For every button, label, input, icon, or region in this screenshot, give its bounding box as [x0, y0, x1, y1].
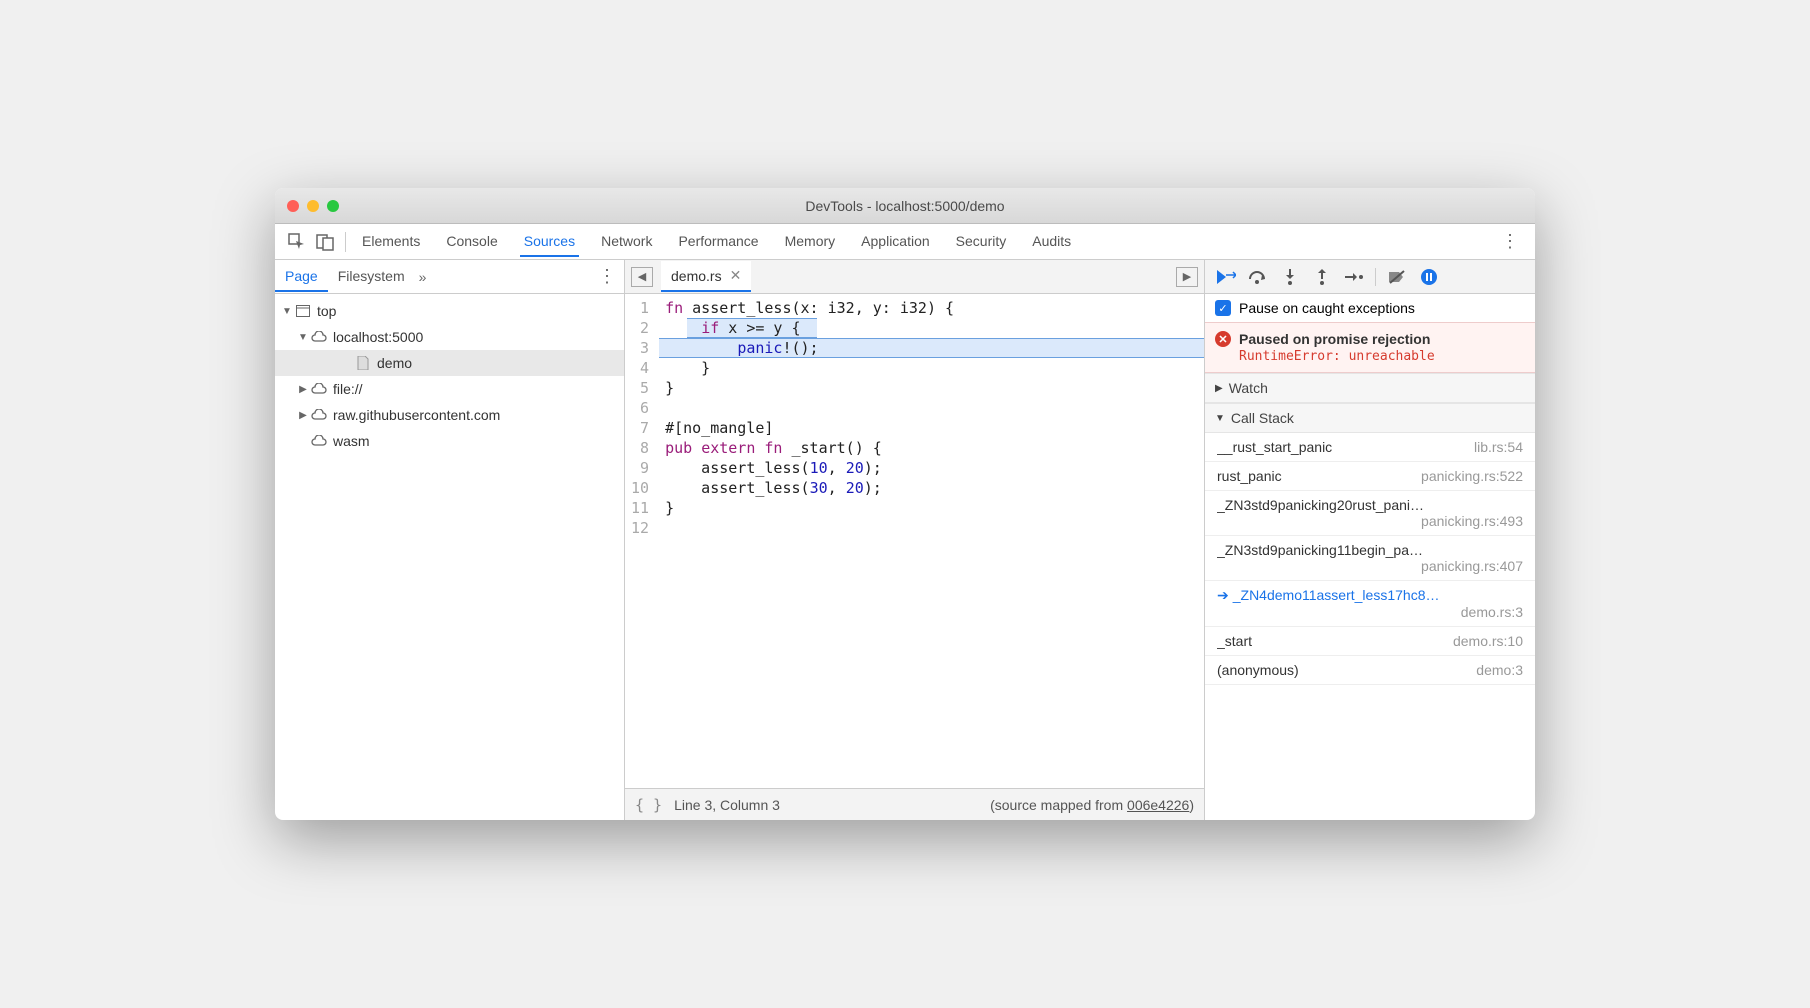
call-stack-list: __rust_start_paniclib.rs:54rust_panicpan…: [1205, 433, 1535, 685]
sidebar-kebab-menu-icon[interactable]: ⋮: [590, 266, 624, 287]
tree-arrow-icon: ▶: [297, 384, 309, 395]
sidebar-tab-filesystem[interactable]: Filesystem: [328, 262, 415, 292]
code-line[interactable]: [659, 398, 1204, 418]
more-tabs-chevron-icon[interactable]: »: [419, 269, 427, 285]
cloud-icon: [311, 435, 327, 447]
tree-item[interactable]: ▶ raw.githubusercontent.com: [275, 402, 624, 428]
step-into-button[interactable]: [1279, 266, 1301, 288]
paused-title: Paused on promise rejection: [1239, 331, 1430, 347]
stack-frame[interactable]: _startdemo.rs:10: [1205, 627, 1535, 656]
debugger-sidebar: ✓ Pause on caught exceptions ✕ Paused on…: [1205, 260, 1535, 820]
stack-frame[interactable]: _ZN3std9panicking20rust_pani…panicking.r…: [1205, 491, 1535, 536]
panel-tab-memory[interactable]: Memory: [781, 227, 840, 257]
pause-on-exceptions-button[interactable]: [1418, 266, 1440, 288]
stack-frame[interactable]: _ZN3std9panicking11begin_pa…panicking.rs…: [1205, 536, 1535, 581]
tree-item-label: raw.githubusercontent.com: [333, 407, 500, 423]
code-line[interactable]: assert_less(10, 20);: [659, 458, 1204, 478]
devtools-window: DevTools - localhost:5000/demo Elements C…: [275, 188, 1535, 820]
panel-tab-network[interactable]: Network: [597, 227, 656, 257]
paused-detail: RuntimeError: unreachable: [1215, 349, 1525, 364]
file-icon: [355, 356, 371, 370]
pause-caught-exceptions-row[interactable]: ✓ Pause on caught exceptions: [1205, 294, 1535, 322]
deactivate-breakpoints-button[interactable]: [1386, 266, 1408, 288]
inspect-element-icon[interactable]: [283, 229, 311, 255]
watch-label: Watch: [1229, 380, 1268, 396]
navigate-forward-icon[interactable]: ▶: [1176, 267, 1198, 287]
tree-item-label: wasm: [333, 433, 370, 449]
navigate-back-icon[interactable]: ◀: [631, 267, 653, 287]
close-tab-icon[interactable]: ✕: [730, 267, 742, 284]
stack-frame[interactable]: ➔_ZN4demo11assert_less17hc8…demo.rs:3: [1205, 581, 1535, 627]
source-map-link[interactable]: 006e4226: [1127, 797, 1189, 813]
window-title: DevTools - localhost:5000/demo: [275, 198, 1535, 214]
panel-tab-security[interactable]: Security: [952, 227, 1011, 257]
code-line[interactable]: pub extern fn _start() {: [659, 438, 1204, 458]
paused-status: ✕ Paused on promise rejection RuntimeErr…: [1205, 322, 1535, 373]
step-out-button[interactable]: [1311, 266, 1333, 288]
cloud-icon: [311, 331, 327, 343]
tree-item-label: localhost:5000: [333, 329, 423, 345]
cloud-icon: [311, 409, 327, 421]
cloud-icon: [311, 383, 327, 395]
editor-tab-demo-rs[interactable]: demo.rs ✕: [661, 261, 751, 292]
tree-item[interactable]: demo: [275, 350, 624, 376]
tree-arrow-icon: ▼: [281, 306, 293, 317]
step-over-button[interactable]: [1247, 266, 1269, 288]
code-line[interactable]: fn assert_less(x: i32, y: i32) {: [659, 298, 1204, 318]
tree-arrow-icon: ▶: [297, 410, 309, 421]
panel-tab-console[interactable]: Console: [442, 227, 501, 257]
chevron-down-icon: ▼: [1215, 413, 1225, 424]
panel-tab-elements[interactable]: Elements: [358, 227, 424, 257]
code-line[interactable]: [659, 518, 1204, 538]
panel-tab-audits[interactable]: Audits: [1028, 227, 1075, 257]
tree-item[interactable]: ▼ top: [275, 298, 624, 324]
code-line[interactable]: }: [659, 498, 1204, 518]
tree-item-label: file://: [333, 381, 363, 397]
panel-tabs-toolbar: Elements Console Sources Network Performance…: [275, 224, 1535, 260]
tree-arrow-icon: ▼: [297, 332, 309, 343]
error-icon: ✕: [1215, 331, 1231, 347]
cursor-position: Line 3, Column 3: [674, 797, 780, 813]
stack-frame[interactable]: __rust_start_paniclib.rs:54: [1205, 433, 1535, 462]
step-button[interactable]: [1343, 266, 1365, 288]
tree-item-label: top: [317, 303, 336, 319]
pretty-print-button[interactable]: { }: [635, 796, 662, 814]
device-toolbar-icon[interactable]: [311, 229, 339, 255]
navigator-sidebar: PageFilesystem » ⋮ ▼ top ▼ localhost:5000 de…: [275, 260, 625, 820]
code-line[interactable]: #[no_mangle]: [659, 418, 1204, 438]
code-line[interactable]: }: [659, 358, 1204, 378]
debugger-toolbar: [1205, 260, 1535, 294]
titlebar: DevTools - localhost:5000/demo: [275, 188, 1535, 224]
panel-tab-application[interactable]: Application: [857, 227, 934, 257]
pause-caught-exceptions-label: Pause on caught exceptions: [1239, 300, 1415, 316]
editor-tab-label: demo.rs: [671, 268, 722, 284]
code-editor-pane: ◀ demo.rs ✕ ▶ 123456789101112 fn assert_…: [625, 260, 1205, 820]
sidebar-tab-page[interactable]: Page: [275, 262, 328, 292]
code-line[interactable]: assert_less(30, 20);: [659, 478, 1204, 498]
frame-icon: [295, 305, 311, 317]
tree-item[interactable]: ▼ localhost:5000: [275, 324, 624, 350]
code-line[interactable]: panic!();: [659, 338, 1204, 358]
panel-tab-performance[interactable]: Performance: [674, 227, 762, 257]
resume-button[interactable]: [1215, 266, 1237, 288]
kebab-menu-icon[interactable]: ⋮: [1493, 231, 1527, 252]
callstack-label: Call Stack: [1231, 410, 1294, 426]
stack-frame[interactable]: (anonymous)demo:3: [1205, 656, 1535, 685]
code-area[interactable]: 123456789101112 fn assert_less(x: i32, y…: [625, 294, 1204, 788]
chevron-right-icon: ▶: [1215, 383, 1223, 394]
editor-statusbar: { } Line 3, Column 3 (source mapped from…: [625, 788, 1204, 820]
tree-item[interactable]: wasm: [275, 428, 624, 454]
stack-frame[interactable]: rust_panicpanicking.rs:522: [1205, 462, 1535, 491]
tree-item-label: demo: [377, 355, 412, 371]
code-line[interactable]: if x >= y {: [659, 318, 1204, 338]
sources-panel-body: PageFilesystem » ⋮ ▼ top ▼ localhost:5000 de…: [275, 260, 1535, 820]
callstack-section-header[interactable]: ▼ Call Stack: [1205, 403, 1535, 433]
checkbox-checked-icon[interactable]: ✓: [1215, 300, 1231, 316]
file-tree: ▼ top ▼ localhost:5000 demo ▶ file:// ▶ raw.gith…: [275, 294, 624, 820]
watch-section-header[interactable]: ▶ Watch: [1205, 373, 1535, 403]
tree-item[interactable]: ▶ file://: [275, 376, 624, 402]
code-line[interactable]: }: [659, 378, 1204, 398]
panel-tab-sources[interactable]: Sources: [520, 227, 579, 257]
